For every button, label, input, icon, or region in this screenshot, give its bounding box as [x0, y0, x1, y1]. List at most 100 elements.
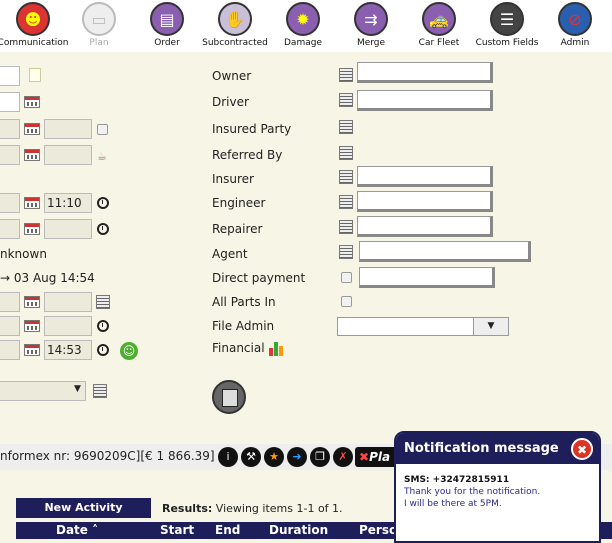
- left-input-9[interactable]: [0, 340, 20, 360]
- list-icon[interactable]: [339, 170, 353, 184]
- results-summary: Results: Viewing items 1-1 of 1.: [162, 502, 343, 515]
- custom-fields-icon: ☰: [490, 2, 524, 36]
- insurer-label: Insurer: [212, 172, 254, 186]
- left-input-3[interactable]: [0, 119, 20, 139]
- time-input-8[interactable]: [44, 316, 92, 336]
- left-input-5[interactable]: [0, 193, 20, 213]
- direct-payment-label: Direct payment: [212, 271, 306, 285]
- wrench-icon[interactable]: ⚒: [241, 447, 261, 467]
- toolbar-admin[interactable]: ⊘ Admin: [536, 2, 612, 48]
- results-label: Results:: [162, 502, 213, 515]
- left-input-2[interactable]: [0, 92, 20, 112]
- calendar-icon[interactable]: [24, 296, 40, 308]
- checkbox[interactable]: [97, 124, 108, 135]
- clock-icon[interactable]: [97, 320, 109, 332]
- list-icon[interactable]: [339, 220, 353, 234]
- owner-label: Owner: [212, 69, 252, 83]
- chevron-down-icon: ▼: [473, 318, 508, 335]
- column-date[interactable]: Date ˄: [56, 523, 98, 537]
- close-icon: ✖: [359, 450, 370, 464]
- new-activity-button[interactable]: New Activity: [16, 498, 151, 518]
- column-end[interactable]: End: [215, 523, 240, 537]
- list-icon[interactable]: [93, 384, 107, 398]
- time-input-6[interactable]: [44, 219, 92, 239]
- info-icon[interactable]: i: [218, 447, 238, 467]
- copy-icon[interactable]: ❐: [310, 447, 330, 467]
- note-icon[interactable]: [29, 68, 41, 82]
- time-input-7[interactable]: [44, 292, 92, 312]
- notification-title: Notification message: [404, 441, 559, 456]
- toolbar-label: Order: [154, 38, 180, 48]
- toolbar-label: Car Fleet: [418, 38, 460, 48]
- calendar-icon[interactable]: [24, 320, 40, 332]
- date-text: → 03 Aug 14:54: [0, 271, 95, 285]
- left-input-7[interactable]: [0, 292, 20, 312]
- left-input-6[interactable]: [0, 219, 20, 239]
- status-text: nformex nr: 9690209C][€ 1 866.39]: [0, 449, 215, 463]
- column-duration[interactable]: Duration: [269, 523, 328, 537]
- bar-chart-icon[interactable]: [268, 340, 286, 356]
- calendar-icon[interactable]: [24, 123, 40, 135]
- clock-icon[interactable]: [97, 344, 109, 356]
- list-icon[interactable]: [339, 68, 353, 82]
- direct-payment-input[interactable]: [359, 267, 495, 288]
- arrow-icon[interactable]: ➜: [287, 447, 307, 467]
- calendar-icon[interactable]: [24, 223, 40, 235]
- star-icon[interactable]: ★: [264, 447, 284, 467]
- left-input-1[interactable]: [0, 66, 20, 86]
- driver-label: Driver: [212, 95, 249, 109]
- engineer-input[interactable]: [357, 191, 493, 212]
- notification-sms: SMS: +32472815911: [404, 475, 510, 485]
- list-icon[interactable]: [339, 93, 353, 107]
- list-icon[interactable]: [339, 245, 353, 259]
- calendar-icon[interactable]: [24, 96, 40, 108]
- file-admin-select[interactable]: ▼: [337, 317, 509, 336]
- calendar-icon[interactable]: [24, 197, 40, 209]
- driver-input[interactable]: [357, 90, 493, 111]
- save-button[interactable]: [212, 380, 246, 414]
- close-icon[interactable]: ✖: [571, 438, 593, 460]
- all-parts-in-label: All Parts In: [212, 295, 276, 309]
- all-parts-in-checkbox[interactable]: [341, 296, 352, 307]
- time-input-3[interactable]: [44, 119, 92, 139]
- agent-input[interactable]: [359, 241, 531, 262]
- toolbar-damage[interactable]: ✹ Damage: [264, 2, 342, 48]
- left-input-4[interactable]: [0, 145, 20, 165]
- notification-header: Notification message ✖: [396, 433, 599, 464]
- time-input-4[interactable]: [44, 145, 92, 165]
- cup-icon[interactable]: ☕: [97, 150, 107, 163]
- financial-label: Financial: [212, 341, 265, 355]
- toolbar-plan[interactable]: ▭ Plan: [60, 2, 138, 48]
- toolbar-label: Admin: [560, 38, 590, 48]
- results-text: Viewing items 1-1 of 1.: [215, 502, 343, 515]
- subcontracted-icon: ✋: [218, 2, 252, 36]
- delete-icon[interactable]: ✗: [333, 447, 353, 467]
- merge-icon: ⇉: [354, 2, 388, 36]
- toolbar-merge[interactable]: ⇉ Merge: [332, 2, 410, 48]
- calendar-icon[interactable]: [24, 149, 40, 161]
- clock-icon[interactable]: [97, 197, 109, 209]
- owner-input[interactable]: [357, 62, 493, 83]
- column-person[interactable]: Perso: [359, 523, 397, 537]
- toolbar-label: Damage: [284, 38, 322, 48]
- smiley-icon[interactable]: ☺: [120, 342, 138, 360]
- notification-popup: Notification message ✖ SMS: +32472815911…: [394, 431, 601, 543]
- insurer-input[interactable]: [357, 166, 493, 187]
- referred-by-label: Referred By: [212, 148, 283, 162]
- toolbar-subcontracted[interactable]: ✋ Subcontracted: [196, 2, 274, 48]
- repairer-input[interactable]: [357, 216, 493, 237]
- column-start[interactable]: Start: [160, 523, 194, 537]
- insured-party-label: Insured Party: [212, 122, 292, 136]
- left-input-8[interactable]: [0, 316, 20, 336]
- list-icon[interactable]: [339, 120, 353, 134]
- list-icon[interactable]: [96, 295, 110, 309]
- toolbar-car-fleet[interactable]: 🚕 Car Fleet: [400, 2, 478, 48]
- calendar-icon[interactable]: [24, 344, 40, 356]
- direct-payment-checkbox[interactable]: [341, 272, 352, 283]
- toolbar-label: Plan: [89, 38, 109, 48]
- toolbar-order[interactable]: ▤ Order: [128, 2, 206, 48]
- clock-icon[interactable]: [97, 223, 109, 235]
- list-icon[interactable]: [339, 146, 353, 160]
- toolbar-custom-fields[interactable]: ☰ Custom Fields: [468, 2, 546, 48]
- list-icon[interactable]: [339, 195, 353, 209]
